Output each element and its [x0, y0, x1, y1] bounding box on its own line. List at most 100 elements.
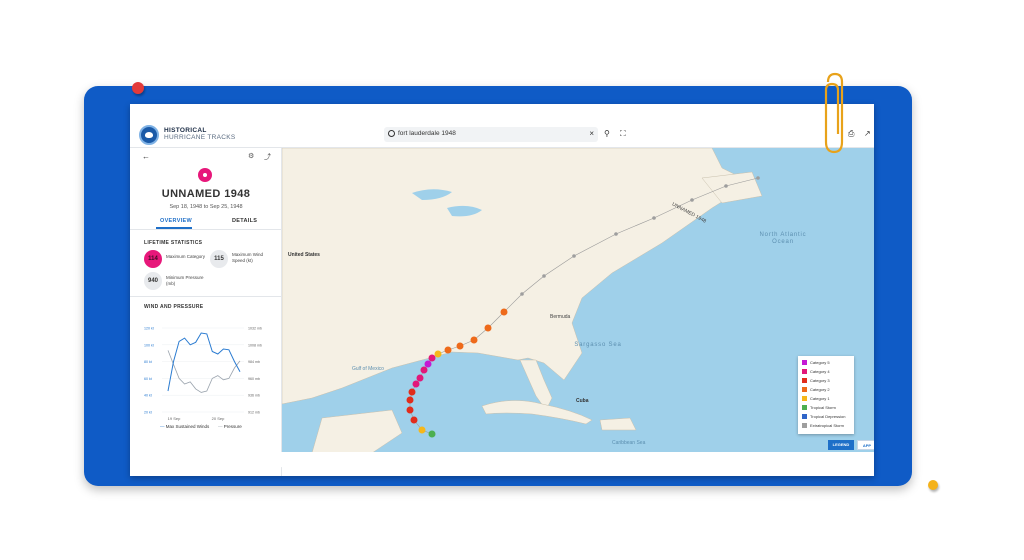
label-sargasso-sea: Sargasso Sea [574, 342, 622, 348]
y-tick-label: 40 kt [144, 394, 152, 398]
divider [130, 229, 282, 230]
lifetime-statistics-title: LIFETIME STATISTICS [144, 240, 203, 246]
legend-item: Tropical Storm [802, 404, 836, 411]
wind-series-line [167, 332, 241, 392]
label-caribbean-sea: Caribbean Sea [612, 440, 646, 446]
storm-dates: Sep 18, 1948 to Sep 25, 1948 [169, 204, 243, 210]
swatch [802, 360, 807, 366]
min-pressure-badge: 940 [144, 272, 162, 290]
settings-icon[interactable]: ⚙ [248, 152, 254, 160]
search-input[interactable]: fort lauderdale 1948 × [384, 127, 598, 142]
track-point[interactable] [690, 198, 694, 202]
label-cuba: Cuba [576, 398, 589, 404]
swatch [802, 405, 807, 411]
legend-item: Extratropical Storm [802, 422, 844, 429]
swatch [802, 423, 807, 429]
legend-wind-label: Max Sustained Winds [165, 424, 210, 429]
track-point[interactable] [408, 388, 416, 396]
pressure-series-line [167, 350, 241, 393]
y-tick-label: 60 kt [144, 377, 152, 381]
track-point[interactable] [456, 342, 464, 350]
wind-pressure-title: WIND AND PRESSURE [144, 304, 204, 310]
label-gulf-of-mexico: Gulf of Mexico [352, 366, 384, 372]
legend-wind: — Max Sustained Winds [160, 424, 210, 429]
track-point[interactable] [406, 406, 414, 414]
track-point[interactable] [420, 366, 428, 374]
secondary-map-button[interactable]: APP [857, 440, 874, 450]
legend-item-label: Category 5 [810, 360, 830, 365]
back-arrow-icon[interactable]: ← [142, 152, 150, 161]
track-point[interactable] [428, 354, 436, 362]
y-tick-label: 100 kt [144, 343, 154, 347]
swatch [802, 387, 807, 393]
min-pressure-label: Minimum Pressure (mb) [166, 275, 204, 286]
app-window: HISTORICAL HURRICANE TRACKS fort lauderd… [130, 104, 874, 476]
app-header: HISTORICAL HURRICANE TRACKS fort lauderd… [130, 122, 874, 148]
y2-tick-label: 960 mb [248, 377, 260, 381]
max-category-label: Maximum Category [166, 254, 206, 259]
track-point[interactable] [410, 416, 418, 424]
swatch [802, 396, 807, 402]
torn-paper-edge [130, 452, 874, 471]
legend-pressure: — Pressure [218, 424, 242, 429]
track-point[interactable] [724, 184, 728, 188]
y2-tick-label: 912 mb [248, 411, 260, 415]
fullscreen-icon[interactable]: ⛶ [620, 129, 626, 139]
track-point[interactable] [572, 254, 576, 258]
hispaniola [599, 417, 637, 431]
max-wind-badge: 115 [210, 250, 228, 268]
stage: HISTORICAL HURRICANE TRACKS fort lauderd… [0, 0, 1024, 560]
track-point[interactable] [484, 324, 492, 332]
location-pin-icon[interactable]: ⚲ [604, 129, 610, 138]
map-view[interactable]: United States Gulf of Mexico Cuba Bermud… [282, 148, 874, 453]
swatch [802, 378, 807, 384]
legend-item: Category 1 [802, 395, 830, 402]
track-point[interactable] [520, 292, 524, 296]
track-point[interactable] [500, 308, 508, 316]
legend-pressure-label: Pressure [223, 424, 242, 429]
central-america [311, 409, 403, 453]
map-canvas[interactable] [282, 148, 874, 453]
track-point[interactable] [406, 396, 414, 404]
track-point[interactable] [470, 336, 478, 344]
track-point[interactable] [756, 176, 760, 180]
pushpin-icon [928, 480, 938, 490]
hurricane-icon [198, 168, 212, 182]
track-point[interactable] [652, 216, 656, 220]
track-point[interactable] [434, 350, 442, 358]
search-query: fort lauderdale 1948 [398, 130, 456, 137]
swatch [802, 369, 807, 375]
label-north-atlantic: North Atlantic Ocean [759, 232, 807, 245]
tab-overview[interactable]: OVERVIEW [160, 218, 192, 224]
track-point[interactable] [444, 346, 452, 354]
share-icon[interactable]: ⤴ [264, 152, 271, 162]
brand-title-line2: HURRICANE TRACKS [164, 134, 236, 141]
track-point[interactable] [614, 232, 618, 236]
tab-details[interactable]: DETAILS [232, 218, 257, 224]
legend-item-label: Category 1 [810, 396, 830, 401]
y-tick-label: 20 kt [144, 411, 152, 415]
track-point[interactable] [428, 430, 436, 438]
track-point[interactable] [424, 360, 432, 368]
share-icon[interactable]: ↗ [864, 129, 871, 138]
brand-title-line1: HISTORICAL [164, 127, 207, 134]
y2-tick-label: 984 mb [248, 360, 260, 364]
close-icon[interactable]: × [589, 129, 594, 138]
legend-button[interactable]: LEGEND [828, 440, 854, 450]
legend-item: Category 2 [802, 386, 830, 393]
track-point[interactable] [542, 274, 546, 278]
noaa-logo-icon[interactable] [139, 125, 159, 145]
paperclip-icon [824, 72, 844, 154]
legend-item: Category 5 [802, 359, 830, 366]
storm-name: UNNAMED 1948 [161, 188, 251, 200]
legend-item-label: Category 2 [810, 387, 830, 392]
search-icon [388, 130, 395, 137]
track-point[interactable] [416, 374, 424, 382]
track-point[interactable] [418, 426, 426, 434]
track-point[interactable] [412, 380, 420, 388]
legend-item-label: Category 4 [810, 369, 830, 374]
label-bermuda: Bermuda [550, 314, 571, 320]
max-category-badge: 114 [144, 250, 162, 268]
y-tick-label: 80 kt [144, 360, 152, 364]
legend-item: Category 4 [802, 368, 830, 375]
